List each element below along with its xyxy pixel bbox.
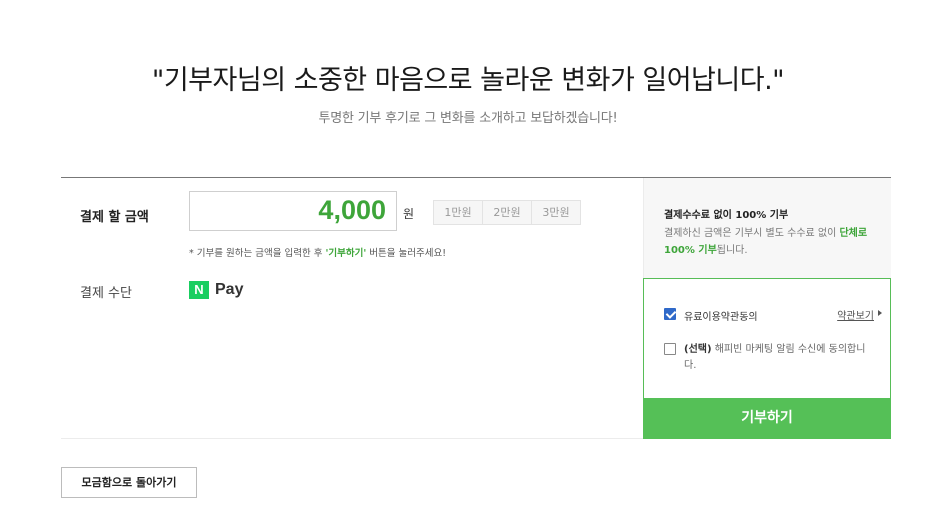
page-subtitle: 투명한 기부 후기로 그 변화를 소개하고 보답하겠습니다! — [318, 111, 618, 126]
view-terms-link[interactable]: 약관보기 — [837, 307, 874, 322]
marketing-optional-tag: (선택) — [684, 344, 712, 355]
hint-suffix: 버튼을 눌러주세요! — [366, 248, 447, 259]
fee-description: 결제하신 금액은 기부시 별도 수수료 없이 단체로 100% 기부됩니다. — [664, 225, 879, 259]
amount-hint: * 기부를 원하는 금액을 입력한 후 '기부하기' 버튼을 눌러주세요! — [189, 245, 446, 259]
donate-button[interactable]: 기부하기 — [643, 398, 891, 439]
amount-input[interactable] — [206, 195, 386, 226]
quick-amount-10000-button[interactable]: 1만원 — [433, 200, 483, 225]
agreement-box: 유료이용약관동의 약관보기 (선택) 해피빈 마케팅 알림 수신에 동의합니다. — [643, 278, 891, 398]
fee-title: 결제수수료 없이 100% 기부 — [664, 210, 789, 221]
payment-panel: 결제 할 금액 원 1만원 2만원 3만원 * 기부를 원하는 금액을 입력한 … — [61, 177, 891, 439]
back-to-fundraiser-button[interactable]: 모금함으로 돌아가기 — [61, 467, 197, 498]
hint-highlight: '기부하기' — [325, 248, 367, 259]
payment-method-label: 결제 수단 — [80, 286, 132, 301]
amount-field[interactable] — [189, 191, 397, 231]
quick-amount-20000-button[interactable]: 2만원 — [482, 200, 532, 225]
donation-summary: 결제수수료 없이 100% 기부 결제하신 금액은 기부시 별도 수수료 없이 … — [643, 178, 891, 439]
npay-option[interactable]: N Pay — [189, 280, 243, 300]
marketing-checkbox[interactable] — [664, 343, 676, 355]
fee-desc-prefix: 결제하신 금액은 기부시 별도 수수료 없이 — [664, 228, 840, 239]
currency-unit: 원 — [403, 207, 415, 221]
terms-checkbox[interactable] — [664, 308, 676, 320]
marketing-label[interactable]: (선택) 해피빈 마케팅 알림 수신에 동의합니다. — [684, 342, 874, 374]
terms-label[interactable]: 유료이용약관동의 — [684, 308, 758, 323]
payment-form: 결제 할 금액 원 1만원 2만원 3만원 * 기부를 원하는 금액을 입력한 … — [61, 178, 643, 439]
fee-desc-suffix: 됩니다. — [716, 245, 748, 256]
quick-amount-30000-button[interactable]: 3만원 — [531, 200, 581, 225]
npay-logo-text: Pay — [215, 281, 244, 298]
fee-info-box: 결제수수료 없이 100% 기부 결제하신 금액은 기부시 별도 수수료 없이 … — [643, 178, 891, 278]
marketing-text: 해피빈 마케팅 알림 수신에 동의합니다. — [684, 344, 866, 371]
npay-logo-icon: N — [189, 281, 209, 299]
amount-label: 결제 할 금액 — [80, 210, 149, 225]
page-title: "기부자님의 소중한 마음으로 놀라운 변화가 일어납니다." — [151, 65, 785, 96]
hint-prefix: * 기부를 원하는 금액을 입력한 후 — [189, 248, 326, 259]
chevron-right-icon — [878, 310, 882, 316]
